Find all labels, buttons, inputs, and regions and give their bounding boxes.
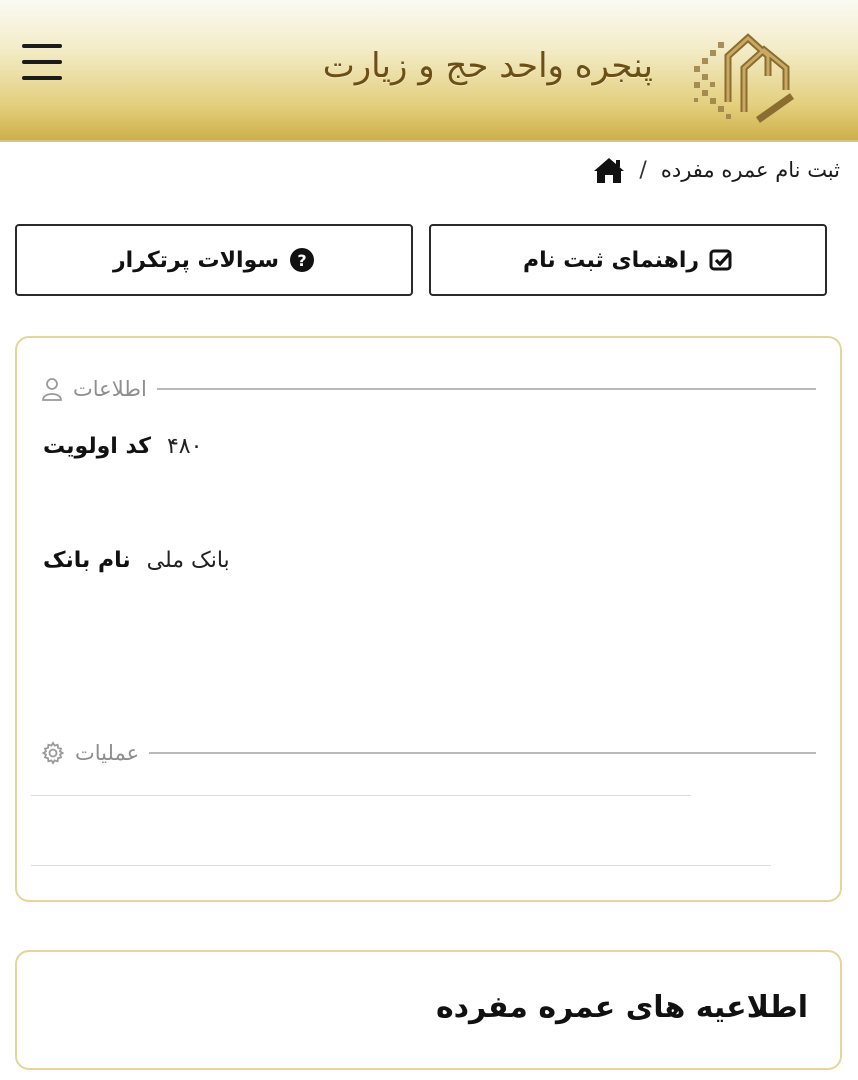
notices-card: اطلاعیه های عمره مفرده <box>15 950 842 1070</box>
operations-row-divider <box>31 795 691 796</box>
bank-name-field: نام بانک بانک ملی <box>43 548 230 573</box>
priority-code-field: کد اولویت ۴۸۰ <box>43 434 202 459</box>
ziyarat-logo <box>694 33 795 123</box>
user-icon <box>42 378 62 401</box>
breadcrumb-separator: / <box>639 157 647 183</box>
faq-button[interactable]: ? سوالات پرتکرار <box>15 224 413 296</box>
app-header: پنجره واحد حج و زیارت <box>0 0 858 142</box>
gear-icon <box>41 741 65 765</box>
notices-title: اطلاعیه های عمره مفرده <box>435 990 808 1025</box>
faq-label: سوالات پرتکرار <box>113 247 280 273</box>
priority-code-value: ۴۸۰ <box>166 434 203 459</box>
operations-section-title: عملیات <box>75 741 140 765</box>
breadcrumb: / ثبت نام عمره مفرده <box>593 150 840 190</box>
svg-text:?: ? <box>297 251 306 270</box>
site-title: پنجره واحد حج و زیارت <box>322 46 653 86</box>
registration-guide-label: راهنمای ثبت نام <box>522 247 700 273</box>
operations-section-header: عملیات <box>41 738 816 768</box>
bank-name-value: بانک ملی <box>146 548 230 573</box>
home-icon[interactable] <box>593 156 625 184</box>
registration-guide-button[interactable]: راهنمای ثبت نام <box>429 224 827 296</box>
question-circle-icon: ? <box>290 248 315 272</box>
priority-code-label: کد اولویت <box>43 434 151 459</box>
checkbox-icon <box>709 249 732 271</box>
registration-info-card: اطلاعات کد اولویت ۴۸۰ نام بانک بانک ملی … <box>15 336 842 902</box>
operations-section-divider <box>149 752 816 754</box>
breadcrumb-current[interactable]: ثبت نام عمره مفرده <box>661 158 840 182</box>
bank-name-label: نام بانک <box>43 548 131 573</box>
info-section-divider <box>156 388 816 390</box>
info-section-title: اطلاعات <box>73 377 147 401</box>
operations-row-divider <box>31 865 771 866</box>
hamburger-menu-icon[interactable] <box>22 44 62 80</box>
info-section-header: اطلاعات <box>41 374 816 404</box>
